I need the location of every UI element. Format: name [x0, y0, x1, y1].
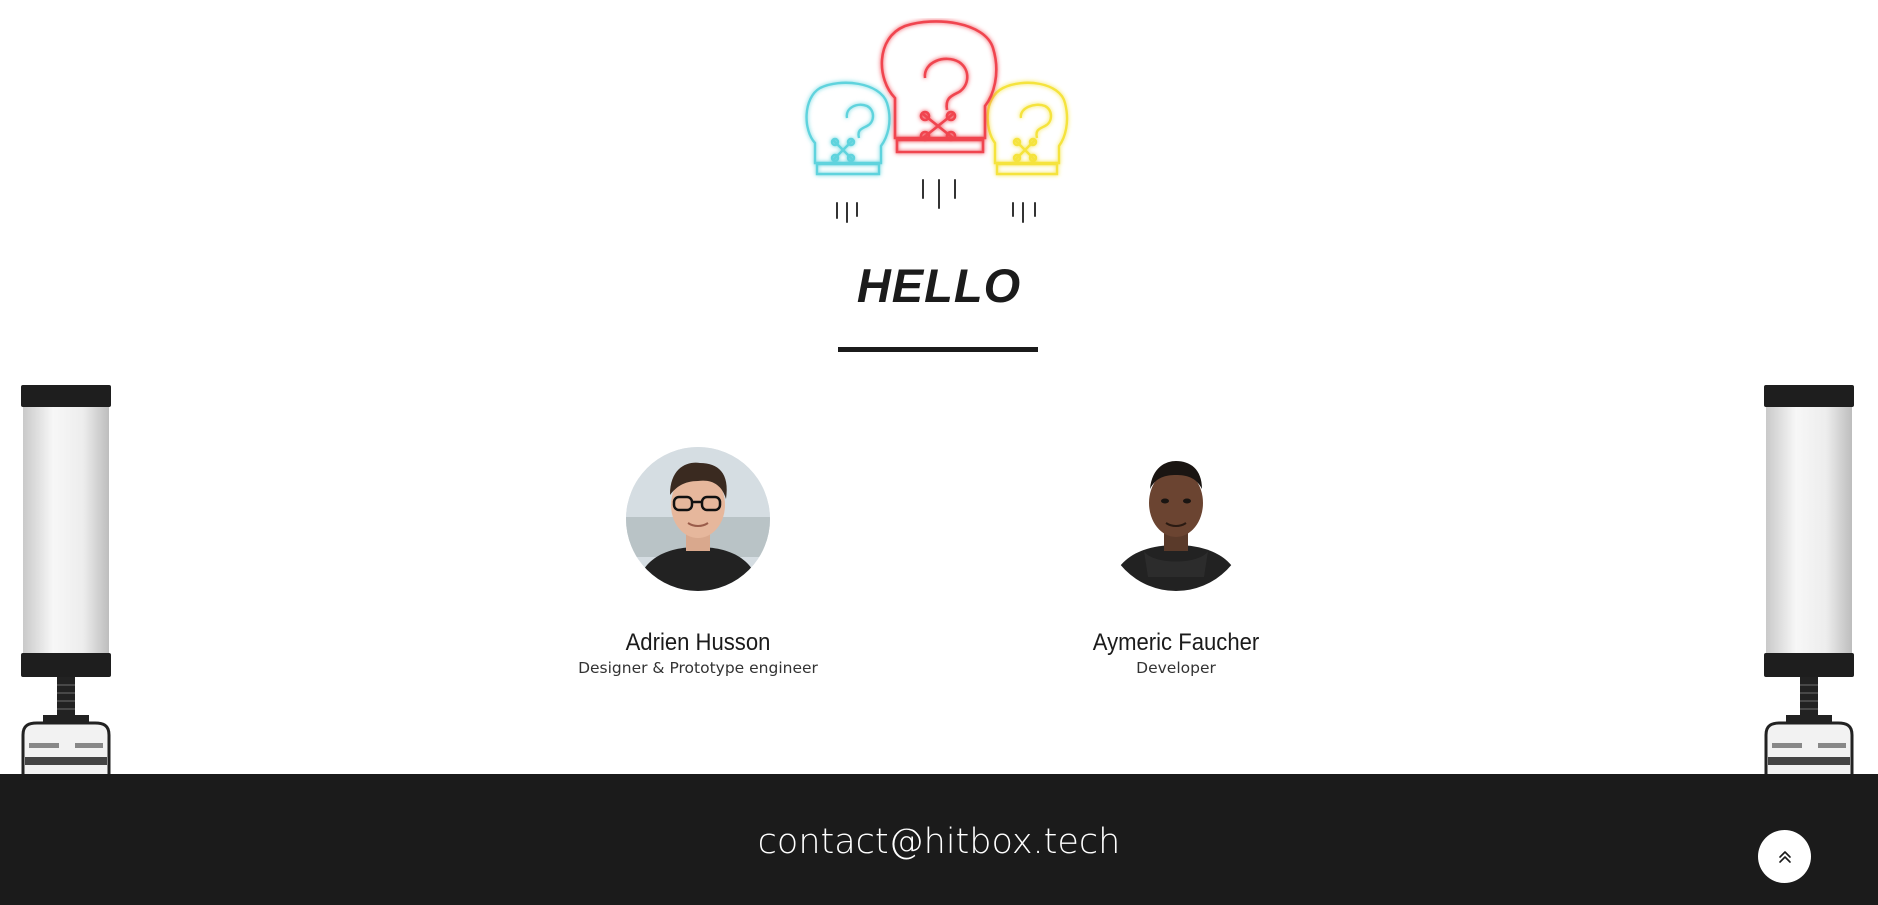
member-role: Developer — [1136, 658, 1216, 677]
footer: contact@hitbox.tech — [0, 774, 1878, 905]
member-name: Aymeric Faucher — [1092, 629, 1260, 656]
member-role: Designer & Prototype engineer — [578, 658, 818, 677]
team-member-card: Aymeric Faucher Developer — [1026, 447, 1326, 677]
title-underline — [838, 347, 1038, 352]
member-name: Adrien Husson — [625, 629, 771, 656]
avatar — [1104, 447, 1248, 591]
glove-cyan-icon — [805, 81, 891, 176]
glove-red-icon — [880, 20, 998, 154]
hitbox-logo — [795, 18, 1085, 228]
double-chevron-up-icon — [1778, 850, 1791, 863]
page-title: HELLO — [856, 259, 1022, 312]
lamp-left-decoration — [19, 385, 113, 775]
lamp-right-decoration — [1762, 385, 1856, 775]
team-member-card: Adrien Husson Designer & Prototype engin… — [548, 447, 848, 677]
contact-email-link[interactable]: contact@hitbox.tech — [0, 822, 1878, 862]
scroll-to-top-button[interactable] — [1758, 830, 1811, 883]
avatar — [626, 447, 770, 591]
glove-yellow-icon — [986, 81, 1069, 176]
